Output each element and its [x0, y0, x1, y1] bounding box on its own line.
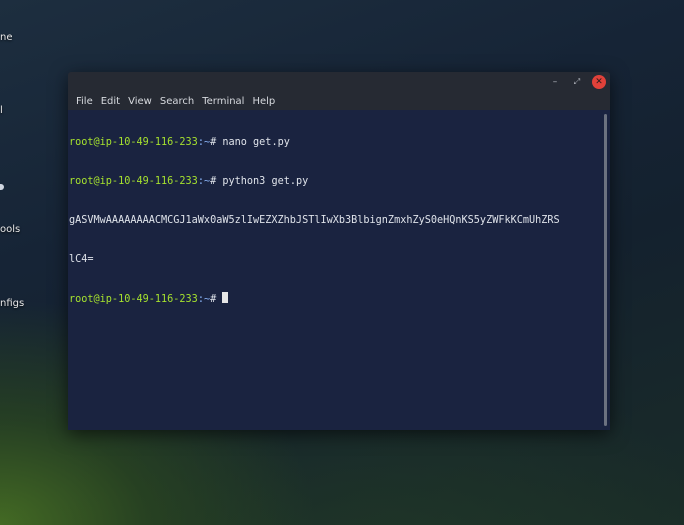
- menu-help[interactable]: Help: [248, 96, 279, 107]
- prompt-path: :~: [197, 294, 211, 305]
- terminal-window: – ⤢ ✕ File Edit View Search Terminal Hel…: [68, 72, 610, 430]
- desktop-icon-label-4[interactable]: nfigs: [0, 298, 24, 309]
- terminal-line: root@ip-10-49-116-233:~# python3 get.py: [69, 175, 601, 188]
- menu-view[interactable]: View: [124, 96, 156, 107]
- output-line: lC4=: [69, 254, 94, 265]
- desktop-icon-label-2[interactable]: l: [0, 105, 3, 116]
- prompt-path: :~: [197, 176, 211, 187]
- menu-search[interactable]: Search: [156, 96, 198, 107]
- desktop-icon-label-1[interactable]: ne: [0, 32, 13, 43]
- terminal-line: root@ip-10-49-116-233:~#: [69, 292, 601, 305]
- prompt-user: root@ip-10-49-116-233: [69, 294, 198, 305]
- menu-edit[interactable]: Edit: [97, 96, 124, 107]
- prompt-symbol: #: [210, 294, 223, 305]
- window-titlebar[interactable]: – ⤢ ✕: [68, 72, 610, 92]
- menu-file[interactable]: File: [72, 96, 97, 107]
- maximize-button[interactable]: ⤢: [570, 75, 584, 89]
- text-cursor: [222, 292, 229, 303]
- command-text: python3 get.py: [222, 176, 309, 187]
- menu-terminal[interactable]: Terminal: [198, 96, 248, 107]
- menu-bar: File Edit View Search Terminal Help: [68, 92, 610, 110]
- command-text: nano get.py: [222, 137, 290, 148]
- prompt-path: :~: [197, 137, 211, 148]
- prompt-user: root@ip-10-49-116-233: [69, 176, 198, 187]
- terminal-line: root@ip-10-49-116-233:~# nano get.py: [69, 136, 601, 149]
- desktop-icon-fragment[interactable]: [0, 184, 4, 190]
- prompt-user: root@ip-10-49-116-233: [69, 137, 198, 148]
- desktop-icon-label-3[interactable]: ools: [0, 224, 20, 235]
- minimize-button[interactable]: –: [548, 75, 562, 89]
- terminal-output[interactable]: root@ip-10-49-116-233:~# nano get.py roo…: [68, 110, 601, 430]
- output-line: gASVMwAAAAAAAACMCGJ1aWx0aW5zlIwEZXZhbJST…: [69, 215, 560, 226]
- prompt-symbol: #: [210, 137, 223, 148]
- scrollbar-thumb[interactable]: [604, 114, 607, 426]
- close-button[interactable]: ✕: [592, 75, 606, 89]
- prompt-symbol: #: [210, 176, 223, 187]
- desktop: ne l ools nfigs – ⤢ ✕ File Edit View Sea…: [0, 0, 684, 525]
